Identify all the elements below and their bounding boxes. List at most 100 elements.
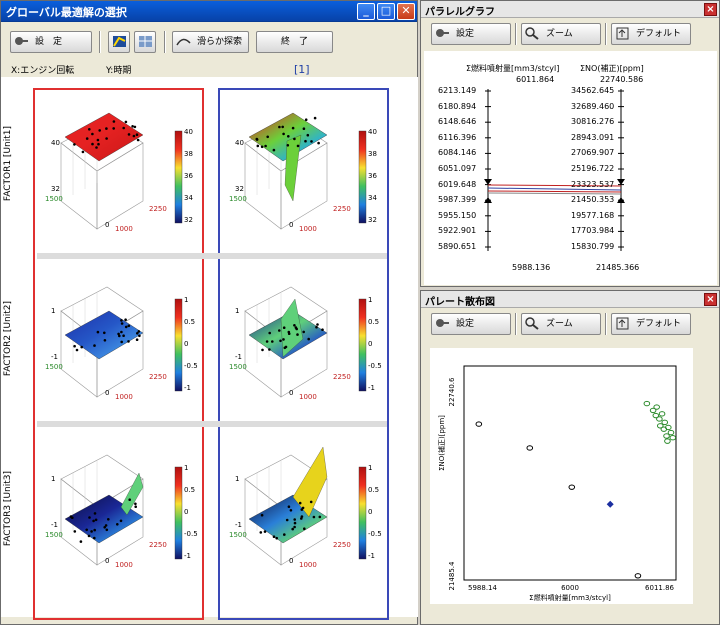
y-axis-max-label: 1000 [115, 393, 133, 401]
main-window-title: グローバル最適解の選択 [6, 6, 127, 19]
z-axis-max-label: 1 [51, 475, 56, 483]
scatter-default-button[interactable]: デフォルト [611, 313, 691, 335]
minimize-button[interactable]: _ [357, 3, 375, 20]
z-axis-max-label: 1 [51, 307, 56, 315]
colorbar-tick-label: 40 [368, 128, 377, 136]
colorbar-tick-label: -0.5 [184, 362, 198, 370]
scatter-point[interactable] [568, 484, 576, 490]
y-axis-zero-label: 0 [289, 557, 294, 565]
z-axis-max-label: 1 [235, 475, 240, 483]
parallel-graph-window: パラレルグラフ × 設定 ズーム デフォルト Σ燃料噴射量[mm3/stcyl]… [420, 0, 720, 287]
colorbar-tick-label: 0.5 [184, 486, 196, 494]
y-axis-zero-label: 0 [105, 389, 110, 397]
scatter-default-label: デフォルト [636, 319, 682, 329]
axis2-tick-label: 17703.984 [571, 226, 615, 236]
toolbar-separator-2 [605, 313, 607, 335]
surface-plot[interactable]: 40 32 1500 2250 0 1000 40 38 36 34 32 [223, 101, 383, 251]
parallel-titlebar[interactable]: パラレルグラフ × [421, 1, 719, 18]
y-tick-label: 21485.4 [448, 561, 456, 590]
parallel-close-button[interactable]: × [704, 3, 717, 16]
scatter-point[interactable] [634, 573, 642, 579]
y-axis-zero-label: 0 [105, 221, 110, 229]
scatter-plot[interactable]: 5988.14 6000 6011.86 22740.6 21485.4 Σ燃料噴射量[m… [430, 348, 693, 604]
y-axis-zero-label: 0 [105, 557, 110, 565]
x-axis-low-label: 1500 [229, 531, 247, 539]
scatter-point[interactable] [658, 411, 666, 417]
y-axis-max-label: 1000 [115, 225, 133, 233]
parallel-series-line[interactable] [487, 192, 622, 195]
smooth-search-button[interactable]: 滑らか探索 [172, 31, 249, 53]
parallel-default-label: デフォルト [636, 29, 682, 39]
view-mode-button-1[interactable] [108, 31, 130, 53]
toolbar-separator-2 [605, 23, 607, 45]
y-axis-zero-label: 0 [289, 389, 294, 397]
page-indicator[interactable]: [1] [294, 63, 310, 76]
scatter-close-button[interactable]: × [704, 293, 717, 306]
axis1-tick-label: 6180.894 [438, 101, 477, 111]
scatter-point[interactable] [663, 433, 670, 439]
axis2-tick-label: 23323.537 [571, 179, 615, 189]
settings-button[interactable]: 設 定 [10, 31, 92, 53]
y-axis-label: ΣNO(補正)[ppm] [437, 415, 446, 471]
colorbar-tick-label: 0.5 [368, 486, 380, 494]
parallel-series-line[interactable] [487, 190, 622, 193]
x-tick-label: 6011.86 [645, 584, 674, 592]
axis1-tick-label: 6213.149 [438, 86, 477, 95]
main-titlebar[interactable]: グローバル最適解の選択 _ □ ✕ [1, 1, 417, 22]
parallel-settings-button[interactable]: 設定 [431, 23, 511, 45]
axis2-tick-label: 19577.168 [571, 210, 615, 220]
y-axis-zero-label: 0 [289, 221, 294, 229]
colorbar-tick-label: 0 [368, 340, 373, 348]
y-axis-max-label: 1000 [115, 561, 133, 569]
maximize-button[interactable]: □ [377, 3, 395, 20]
scatter-point[interactable] [606, 500, 614, 508]
colorbar-tick-label: 36 [368, 172, 377, 180]
scatter-settings-button[interactable]: 設定 [431, 313, 511, 335]
scatter-point[interactable] [526, 445, 534, 451]
settings-label: 設 定 [35, 37, 63, 47]
x-axis-low-label: 1500 [45, 531, 63, 539]
z-axis-min-label: 32 [235, 185, 244, 193]
surface-plot[interactable]: 1 -1 1500 2250 0 1000 1 0.5 0 -0.5 -1 [39, 269, 199, 419]
scatter-point[interactable] [475, 421, 483, 427]
axis1-tick-label: 5890.651 [438, 242, 477, 251]
scatter-titlebar[interactable]: パレート散布図 × [421, 291, 719, 308]
axis2-tick-label: 21450.353 [571, 195, 615, 205]
parallel-default-button[interactable]: デフォルト [611, 23, 691, 45]
view-mode-button-2[interactable] [134, 31, 156, 53]
axis2-tick-label: 27069.907 [571, 148, 615, 158]
x-axis-high-label: 2250 [333, 541, 351, 549]
scatter-settings-label: 設定 [456, 319, 475, 329]
scatter-point[interactable] [643, 400, 651, 407]
axis1-tick-label: 6116.396 [438, 132, 477, 142]
scatter-point[interactable] [653, 404, 660, 410]
surface-plot[interactable]: 40 32 1500 2250 0 1000 40 38 36 34 32 [39, 101, 199, 251]
scatter-zoom-button[interactable]: ズーム [521, 313, 601, 335]
colorbar-tick-label: 32 [184, 216, 193, 224]
scatter-point[interactable] [656, 416, 663, 422]
colorbar-tick-label: 38 [184, 150, 193, 158]
surface-plot[interactable]: 1 -1 1500 2250 0 1000 1 0.5 0 -0.5 -1 [223, 269, 383, 419]
z-axis-min-label: -1 [235, 521, 242, 529]
axis1-tick-label: 6019.648 [438, 179, 477, 189]
colorbar-tick-label: 0.5 [184, 318, 196, 326]
x-axis-info: X:エンジン回転 [11, 66, 75, 76]
scatter-point[interactable] [664, 438, 671, 444]
close-button[interactable]: ✕ [397, 3, 415, 20]
colorbar-tick-label: -0.5 [184, 530, 198, 538]
axis1-tick-label: 6051.097 [438, 164, 477, 173]
z-axis-min-label: 32 [51, 185, 60, 193]
scatter-chart[interactable]: 5988.14 6000 6011.86 22740.6 21485.4 Σ燃料噴射量[m… [430, 348, 693, 604]
parallel-zoom-button[interactable]: ズーム [521, 23, 601, 45]
surface-plot[interactable]: 1 -1 1500 2250 0 1000 1 0.5 0 -0.5 -1 [39, 437, 199, 587]
axis1-tick-label: 6084.146 [438, 148, 477, 158]
z-axis-max-label: 40 [235, 139, 244, 147]
pareto-scatter-window: パレート散布図 × 設定 ズーム デフォルト 5988.14 6000 6011.8… [420, 290, 720, 625]
magnifier-icon [525, 317, 540, 330]
parallel-plot: Σ燃料噴射量[mm3/stcyl] ΣNO(補正)[ppm] 6011.864 … [424, 51, 717, 285]
finish-button[interactable]: 終 了 [256, 31, 333, 53]
surface-plot[interactable]: 1 -1 1500 2250 0 1000 1 0.5 0 -0.5 -1 [223, 437, 383, 587]
axis2-tick-label: 34562.645 [571, 86, 615, 95]
main-window: グローバル最適解の選択 _ □ ✕ 設 定 滑らか探索 終 了 X:エンジン回転… [0, 0, 418, 625]
scatter-point[interactable] [669, 435, 677, 441]
